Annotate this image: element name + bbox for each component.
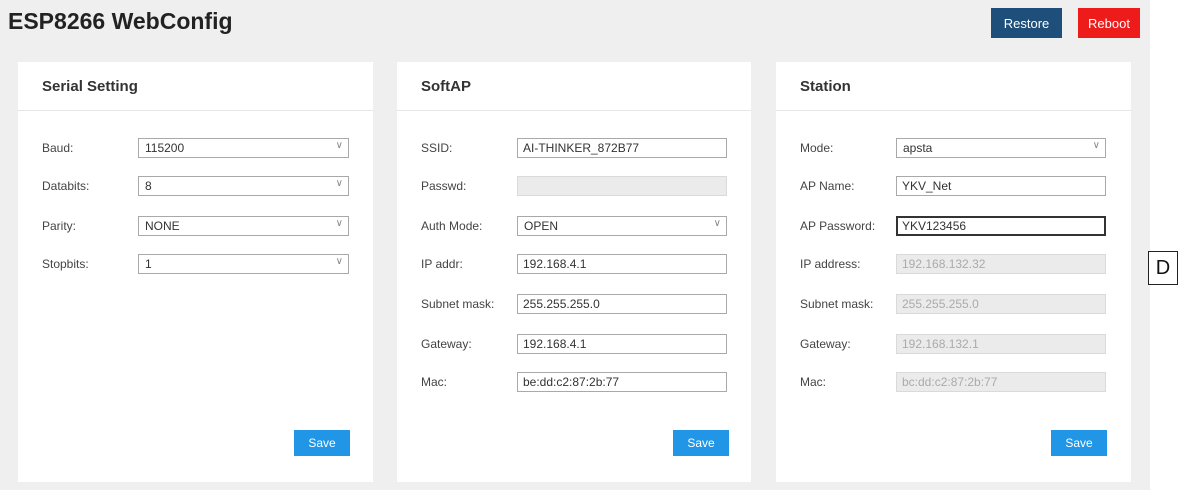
- chevron-down-icon: ∨: [335, 140, 343, 151]
- mac-label: Mac:: [421, 375, 448, 389]
- chevron-down-icon: ∨: [713, 218, 721, 229]
- station-gateway-row: Gateway: 192.168.132.1: [776, 334, 1131, 356]
- auth-mode-select[interactable]: OPEN ∨: [517, 216, 727, 236]
- reboot-button[interactable]: Reboot: [1078, 8, 1140, 38]
- auth-mode-row: Auth Mode: OPEN ∨: [397, 216, 751, 238]
- mode-value: apsta: [903, 141, 933, 155]
- subnet-mask-label: Subnet mask:: [421, 297, 495, 311]
- gateway-input[interactable]: 192.168.4.1: [517, 334, 727, 354]
- station-header: Station: [776, 62, 1131, 111]
- databits-value: 8: [145, 179, 152, 193]
- databits-row: Databits: 8 ∨: [18, 176, 373, 198]
- databits-label: Databits:: [42, 179, 90, 193]
- passwd-row: Passwd:: [397, 176, 751, 198]
- mode-select[interactable]: apsta ∨: [896, 138, 1106, 158]
- serial-save-button[interactable]: Save: [294, 430, 350, 456]
- auth-mode-value: OPEN: [524, 219, 559, 233]
- softap-title: SoftAP: [421, 78, 471, 95]
- page-title: ESP8266 WebConfig: [8, 8, 233, 34]
- ssid-input[interactable]: AI-THINKER_872B77: [517, 138, 727, 158]
- mac-row: Mac: be:dd:c2:87:2b:77: [397, 372, 751, 394]
- stopbits-select[interactable]: 1 ∨: [138, 254, 349, 274]
- ssid-row: SSID: AI-THINKER_872B77: [397, 138, 751, 160]
- ap-name-label: AP Name:: [800, 179, 855, 193]
- subnet-mask-row: Subnet mask: 255.255.255.0: [397, 294, 751, 316]
- stopbits-value: 1: [145, 257, 152, 271]
- mode-row: Mode: apsta ∨: [776, 138, 1131, 160]
- ap-password-label: AP Password:: [800, 219, 876, 233]
- stopbits-label: Stopbits:: [42, 257, 89, 271]
- parity-label: Parity:: [42, 219, 77, 233]
- station-title: Station: [800, 78, 851, 95]
- web-config-app: ESP8266 WebConfig Restore Reboot Serial …: [0, 0, 1150, 490]
- station-gateway-label: Gateway:: [800, 337, 851, 351]
- parity-select[interactable]: NONE ∨: [138, 216, 349, 236]
- auth-mode-label: Auth Mode:: [421, 219, 483, 233]
- station-panel: Station Mode: apsta ∨ AP Name: YKV_Net A…: [776, 62, 1131, 482]
- station-mac-row: Mac: bc:dd:c2:87:2b:77: [776, 372, 1131, 394]
- ap-password-row: AP Password: YKV123456: [776, 216, 1131, 238]
- passwd-input[interactable]: [517, 176, 727, 196]
- ip-addr-row: IP addr: 192.168.4.1: [397, 254, 751, 276]
- ap-password-input[interactable]: YKV123456: [896, 216, 1106, 236]
- stopbits-row: Stopbits: 1 ∨: [18, 254, 373, 276]
- ip-addr-label: IP addr:: [421, 257, 463, 271]
- station-mac-input[interactable]: bc:dd:c2:87:2b:77: [896, 372, 1106, 392]
- baud-label: Baud:: [42, 141, 74, 155]
- baud-value: 115200: [145, 141, 185, 155]
- serial-setting-title: Serial Setting: [42, 78, 138, 95]
- mode-label: Mode:: [800, 141, 834, 155]
- restore-button[interactable]: Restore: [991, 8, 1062, 38]
- ap-name-input[interactable]: YKV_Net: [896, 176, 1106, 196]
- baud-row: Baud: 115200 ∨: [18, 138, 373, 160]
- ip-addr-input[interactable]: 192.168.4.1: [517, 254, 727, 274]
- chevron-down-icon: ∨: [1092, 140, 1100, 151]
- parity-row: Parity: NONE ∨: [18, 216, 373, 238]
- ssid-label: SSID:: [421, 141, 453, 155]
- serial-setting-header: Serial Setting: [18, 62, 373, 111]
- chevron-down-icon: ∨: [335, 178, 343, 189]
- softap-save-button[interactable]: Save: [673, 430, 729, 456]
- gateway-row: Gateway: 192.168.4.1: [397, 334, 751, 356]
- station-mac-label: Mac:: [800, 375, 827, 389]
- parity-value: NONE: [145, 219, 180, 233]
- ip-address-row: IP address: 192.168.132.32: [776, 254, 1131, 276]
- mac-input[interactable]: be:dd:c2:87:2b:77: [517, 372, 727, 392]
- softap-panel: SoftAP SSID: AI-THINKER_872B77 Passwd: A…: [397, 62, 751, 482]
- chevron-down-icon: ∨: [335, 218, 343, 229]
- station-save-button[interactable]: Save: [1051, 430, 1107, 456]
- station-subnet-mask-row: Subnet mask: 255.255.255.0: [776, 294, 1131, 316]
- station-subnet-mask-input[interactable]: 255.255.255.0: [896, 294, 1106, 314]
- station-gateway-input[interactable]: 192.168.132.1: [896, 334, 1106, 354]
- ip-address-label: IP address:: [800, 257, 861, 271]
- serial-setting-panel: Serial Setting Baud: 115200 ∨ Databits: …: [18, 62, 373, 482]
- figure-label-d: D: [1148, 251, 1178, 285]
- chevron-down-icon: ∨: [335, 256, 343, 267]
- ip-address-input[interactable]: 192.168.132.32: [896, 254, 1106, 274]
- passwd-label: Passwd:: [421, 179, 467, 193]
- station-subnet-mask-label: Subnet mask:: [800, 297, 874, 311]
- gateway-label: Gateway:: [421, 337, 472, 351]
- softap-header: SoftAP: [397, 62, 751, 111]
- baud-select[interactable]: 115200 ∨: [138, 138, 349, 158]
- subnet-mask-input[interactable]: 255.255.255.0: [517, 294, 727, 314]
- databits-select[interactable]: 8 ∨: [138, 176, 349, 196]
- ap-name-row: AP Name: YKV_Net: [776, 176, 1131, 198]
